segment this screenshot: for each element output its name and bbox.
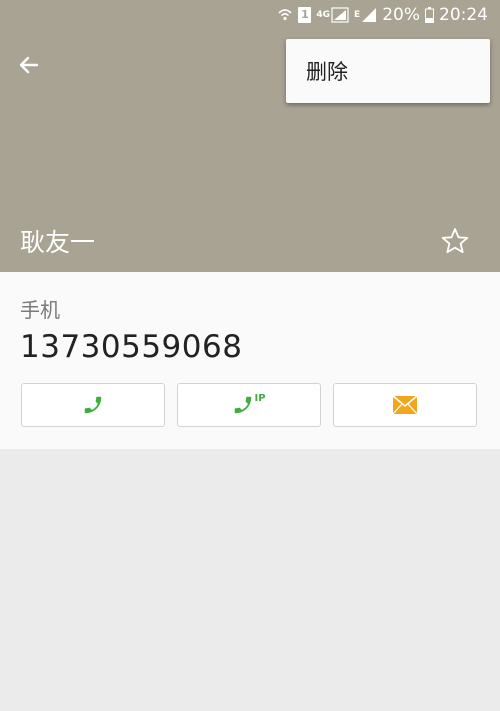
back-arrow-icon — [19, 56, 39, 74]
envelope-icon — [392, 395, 418, 415]
ip-phone-icon — [235, 396, 252, 414]
clock: 20:24 — [439, 5, 488, 25]
menu-item-delete[interactable]: 删除 — [286, 56, 348, 86]
network-type-label-2: E — [354, 9, 361, 20]
sim-badge-text: 1 — [298, 7, 312, 23]
sim-badge-icon: 1 — [298, 7, 312, 23]
battery-percent: 20% — [382, 5, 420, 25]
ip-badge: IP — [254, 392, 266, 404]
star-icon — [441, 228, 469, 254]
signal-4g-icon: 4G — [316, 7, 349, 23]
message-button[interactable] — [333, 383, 477, 427]
phone-card: 手机 13730559068 IP — [0, 272, 500, 449]
wifi-calling-icon — [277, 7, 293, 23]
back-button[interactable] — [14, 50, 44, 80]
contact-name: 耿友一 — [20, 228, 96, 257]
ip-call-button[interactable]: IP — [177, 383, 321, 427]
phone-type-label: 手机 — [20, 298, 60, 322]
network-type-label: 4G — [316, 9, 331, 20]
overflow-menu: 删除 — [286, 39, 490, 103]
signal-e-icon: E — [354, 7, 377, 23]
phone-number[interactable]: 13730559068 — [20, 329, 242, 365]
battery-icon — [425, 7, 434, 23]
status-bar: 1 4G E 20% 20:24 — [277, 4, 488, 26]
phone-icon — [84, 396, 102, 414]
favorite-button[interactable] — [440, 226, 470, 256]
call-button[interactable] — [21, 383, 165, 427]
